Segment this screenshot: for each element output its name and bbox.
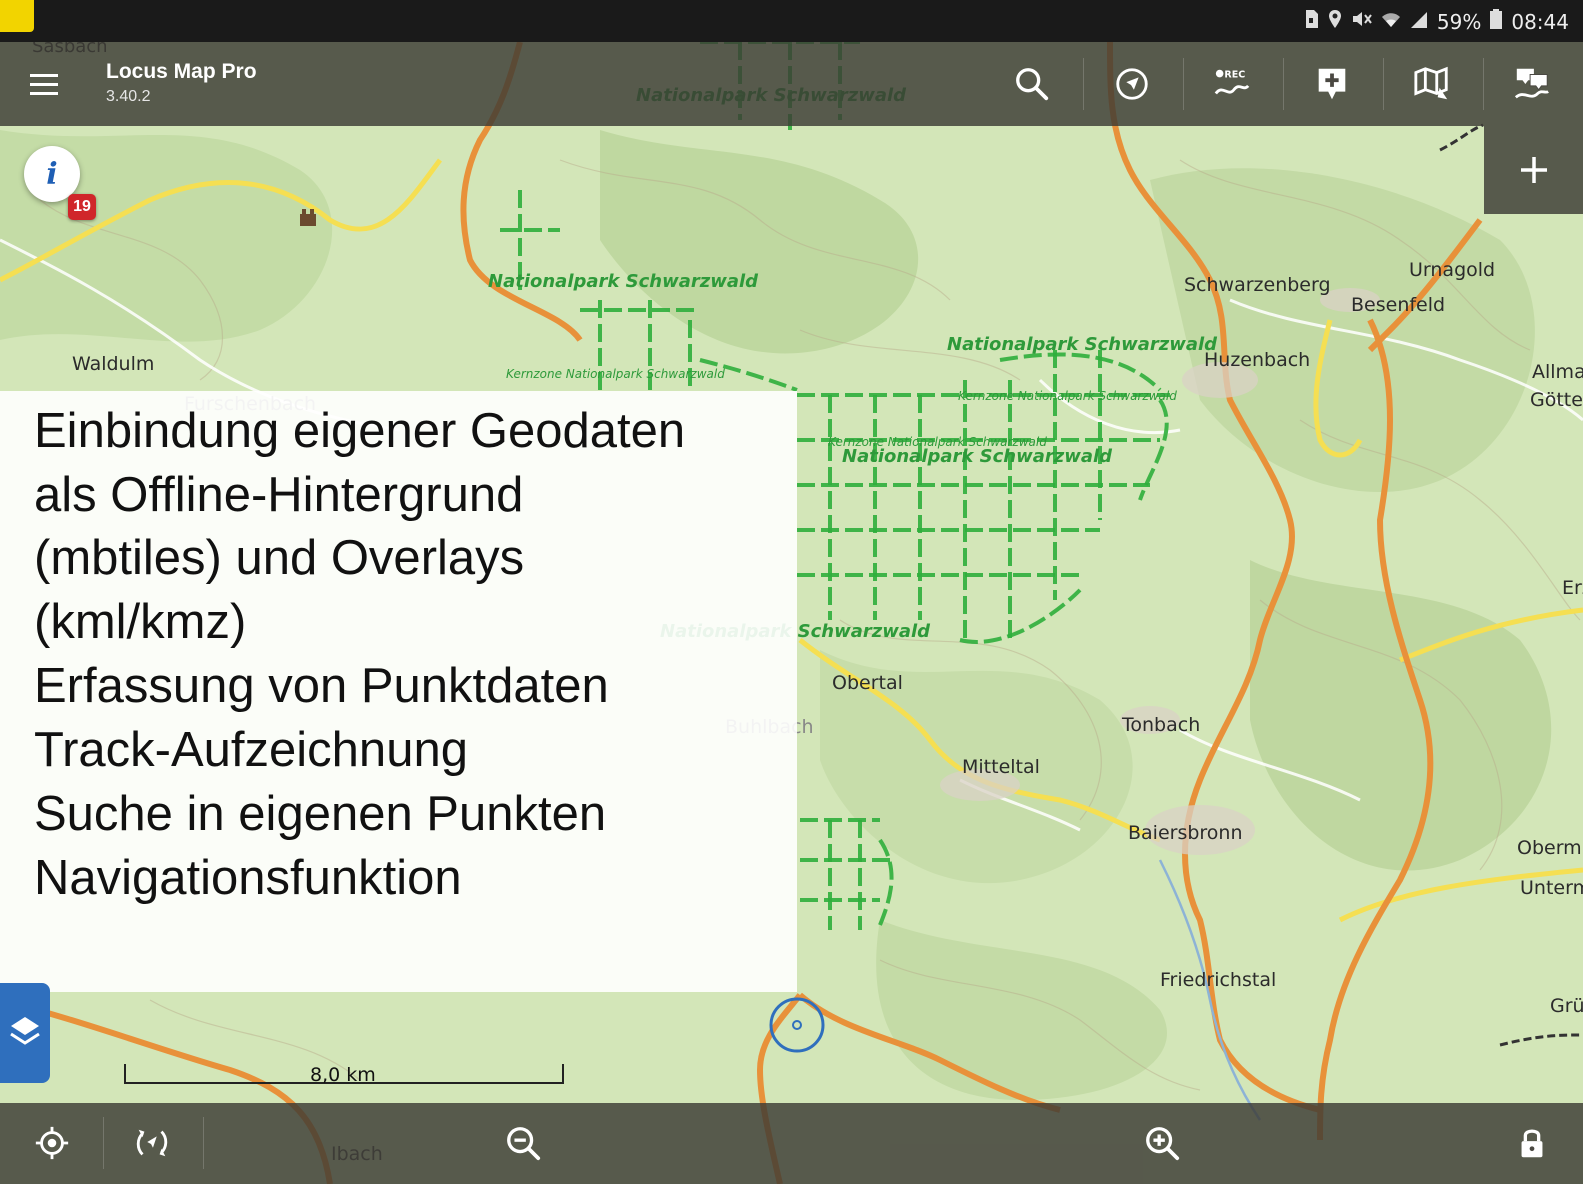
compass-icon[interactable] xyxy=(1102,56,1162,112)
svg-text:Grü: Grü xyxy=(1550,995,1583,1017)
map-label-baiersbronn: Baiersbronn xyxy=(1128,822,1243,844)
location-icon xyxy=(1327,9,1343,34)
svg-text:Kernzone Nationalpark Schwarzw: Kernzone Nationalpark Schwarzwald xyxy=(506,367,725,381)
overlay-line: (mbtiles) und Overlays xyxy=(34,531,525,585)
screenshot-tab xyxy=(0,0,34,32)
map-label-tonbach: Tonbach xyxy=(1121,714,1200,736)
app-bar: Locus Map Pro 3.40.2 REC xyxy=(0,42,1583,126)
map-label-waldulm: Waldulm xyxy=(72,353,154,375)
svg-text:REC: REC xyxy=(1224,69,1245,80)
map-label-goettel: Göttel xyxy=(1530,389,1583,411)
svg-text:Kernzone Nationalpark Schwarzw: Kernzone Nationalpark Schwarzwald xyxy=(958,389,1177,403)
mute-icon xyxy=(1351,9,1373,34)
map-label-allma: Allma xyxy=(1532,361,1583,383)
add-point-icon[interactable] xyxy=(1302,56,1362,112)
overlay-line: als Offline-Hintergrund xyxy=(34,468,524,522)
map-label-mitteltal: Mitteltal xyxy=(962,756,1040,778)
app-version: 3.40.2 xyxy=(106,88,151,105)
svg-text:Nationalpark Schwarzwald: Nationalpark Schwarzwald xyxy=(488,271,759,292)
layers-icon xyxy=(10,1017,40,1045)
status-bar: 59% 08:44 xyxy=(0,0,1583,42)
battery-percent: 59% xyxy=(1436,9,1482,34)
map-label-friedrichstal: Friedrichstal xyxy=(1160,969,1276,991)
wifi-icon xyxy=(1381,9,1401,34)
data-manager-icon[interactable] xyxy=(1502,56,1562,112)
overlay-line: (kml/kmz) xyxy=(34,595,247,649)
svg-text:Obermu: Obermu xyxy=(1517,837,1583,859)
sd-card-icon xyxy=(1303,9,1319,34)
overlay-line: Track-Aufzeichnung xyxy=(34,723,468,777)
lock-icon[interactable] xyxy=(1502,1115,1562,1171)
notification-badge[interactable]: 19 xyxy=(68,194,96,220)
map-manager-icon[interactable] xyxy=(1402,56,1462,112)
svg-text:Nationalpark Schwarzwald: Nationalpark Schwarzwald xyxy=(842,446,1113,467)
battery-icon xyxy=(1489,8,1503,35)
map-label-huzenbach: Huzenbach xyxy=(1204,349,1310,371)
overlay-line: Einbindung eigener Geodaten xyxy=(34,404,686,458)
zoom-in-button[interactable] xyxy=(1484,126,1583,214)
track-record-icon[interactable]: REC xyxy=(1202,56,1262,112)
app-title: Locus Map Pro xyxy=(106,60,257,83)
map-label-schwarzenberg: Schwarzenberg xyxy=(1184,274,1331,296)
bottom-bar xyxy=(0,1103,1583,1184)
svg-text:Kernzone Nationalpark Schwarzw: Kernzone Nationalpark Schwarzwald xyxy=(828,435,1047,449)
feature-overlay-panel: Einbindung eigener Geodaten als Offline-… xyxy=(0,391,797,992)
clock: 08:44 xyxy=(1511,9,1569,34)
map-label-urnagold: Urnagold xyxy=(1409,259,1495,281)
scale-bar: 8,0 km xyxy=(124,1050,564,1090)
scale-label: 8,0 km xyxy=(310,1064,376,1086)
my-location-icon[interactable] xyxy=(22,1115,82,1171)
map-label-besenfeld: Besenfeld xyxy=(1351,294,1445,316)
svg-text:Nationalpark Schwarzwald: Nationalpark Schwarzwald xyxy=(947,334,1218,355)
rotate-map-icon[interactable] xyxy=(122,1115,182,1171)
overlay-line: Navigationsfunktion xyxy=(34,851,462,905)
svg-text:Erz: Erz xyxy=(1562,577,1583,599)
map-label-obertal: Obertal xyxy=(832,672,903,694)
plus-icon xyxy=(1520,157,1547,183)
search-icon[interactable] xyxy=(1002,56,1062,112)
zoom-in-icon[interactable] xyxy=(1132,1115,1192,1171)
overlay-line: Erfassung von Punktdaten xyxy=(34,659,609,713)
layers-button[interactable] xyxy=(0,983,50,1083)
signal-icon xyxy=(1409,9,1429,34)
menu-icon[interactable] xyxy=(30,64,70,104)
svg-text:Unterm: Unterm xyxy=(1520,877,1583,899)
overlay-line: Suche in eigenen Punkten xyxy=(34,787,607,841)
zoom-out-icon[interactable] xyxy=(493,1115,553,1171)
